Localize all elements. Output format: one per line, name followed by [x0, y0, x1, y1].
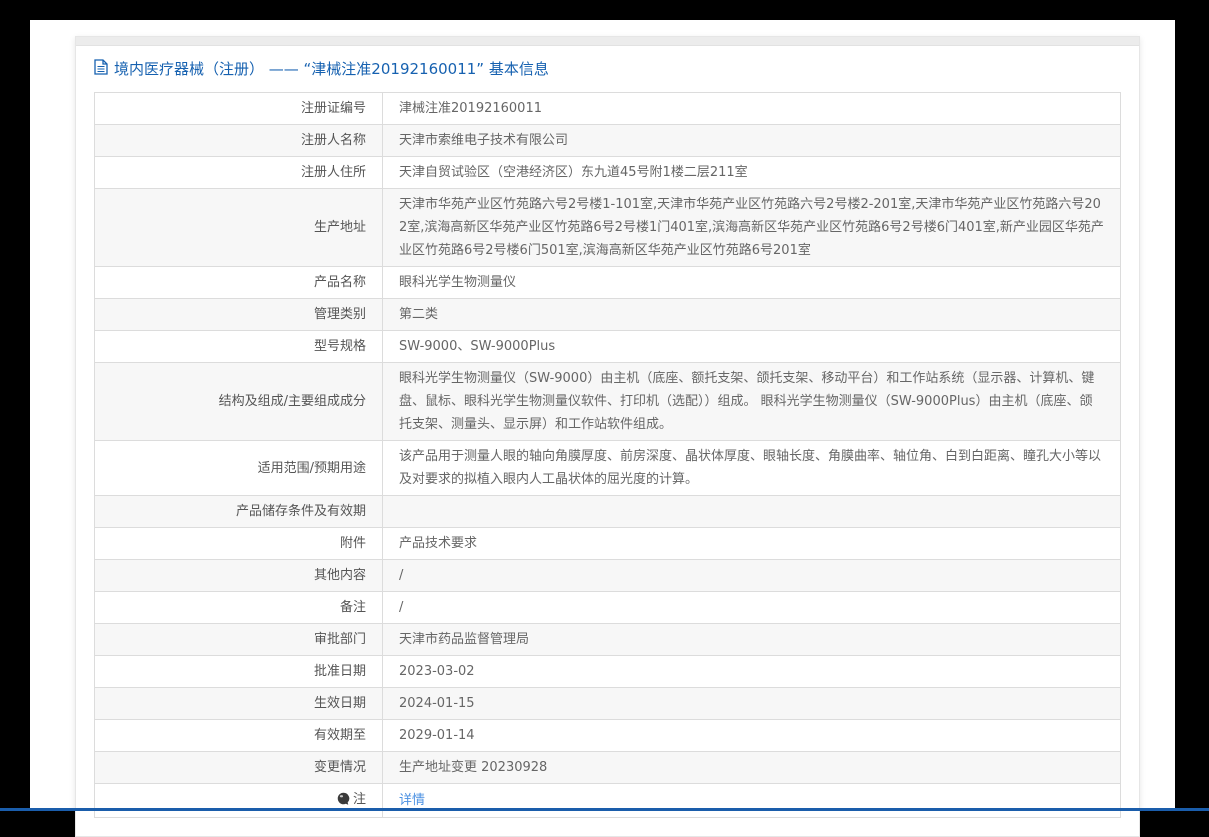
- table-row: 注 详情: [94, 783, 1121, 818]
- row-label-text: 管理类别: [313, 307, 366, 322]
- table-row: 结构及组成/主要组成成分 眼科光学生物测量仪（SW-9000）由主机（底座、额托…: [94, 362, 1121, 441]
- row-label: 有效期至: [94, 719, 383, 752]
- row-label: 适用范围/预期用途: [94, 440, 383, 496]
- row-label-text: 注册证编号: [300, 101, 366, 116]
- table-row: 注册人住所 天津自贸试验区（空港经济区）东九道45号附1楼二层211室: [94, 156, 1121, 189]
- row-label: 产品储存条件及有效期: [94, 495, 383, 528]
- row-label-text: 注册人住所: [300, 165, 366, 180]
- row-value: 天津市华苑产业区竹苑路六号2号楼1-101室,天津市华苑产业区竹苑路六号2号楼2…: [382, 188, 1121, 267]
- row-value: 生产地址变更 20230928: [382, 751, 1121, 784]
- row-label: 生产地址: [94, 188, 383, 267]
- row-label-text: 备注: [339, 600, 366, 615]
- table-row: 注册人名称 天津市索维电子技术有限公司: [94, 124, 1121, 157]
- detail-link[interactable]: 详情: [399, 793, 425, 808]
- row-label: 批准日期: [94, 655, 383, 688]
- table-row: 备注 /: [94, 591, 1121, 624]
- page-title-bar: 境内医疗器械（注册） —— “津械注准20192160011” 基本信息: [76, 46, 1139, 92]
- table-row: 生效日期 2024-01-15: [94, 687, 1121, 720]
- row-label: 注: [94, 783, 383, 818]
- row-value: 天津市药品监督管理局: [382, 623, 1121, 656]
- row-label-text: 型号规格: [313, 339, 366, 354]
- table-row: 管理类别 第二类: [94, 298, 1121, 331]
- row-value: 2029-01-14: [382, 719, 1121, 752]
- table-row: 产品储存条件及有效期: [94, 495, 1121, 528]
- row-label-text: 生产地址: [313, 220, 366, 235]
- registration-info-card: 境内医疗器械（注册） —— “津械注准20192160011” 基本信息 注册证…: [75, 36, 1140, 837]
- row-label-text: 变更情况: [313, 760, 366, 775]
- row-label-text: 附件: [339, 536, 366, 551]
- table-row: 适用范围/预期用途 该产品用于测量人眼的轴向角膜厚度、前房深度、晶状体厚度、眼轴…: [94, 440, 1121, 496]
- card-top-strip: [76, 37, 1139, 46]
- row-label-text: 结构及组成/主要组成成分: [218, 394, 366, 409]
- row-value: SW-9000、SW-9000Plus: [382, 330, 1121, 363]
- table-row: 生产地址 天津市华苑产业区竹苑路六号2号楼1-101室,天津市华苑产业区竹苑路六…: [94, 188, 1121, 267]
- registration-info-table: 注册证编号 津械注准20192160011 注册人名称 天津市索维电子技术有限公…: [94, 92, 1121, 818]
- row-label-text: 有效期至: [313, 728, 366, 743]
- row-value: 该产品用于测量人眼的轴向角膜厚度、前房深度、晶状体厚度、眼轴长度、角膜曲率、轴位…: [382, 440, 1121, 496]
- row-label-text: 其他内容: [313, 568, 366, 583]
- table-row: 其他内容 /: [94, 559, 1121, 592]
- row-label: 备注: [94, 591, 383, 624]
- row-label-text: 适用范围/预期用途: [257, 460, 366, 476]
- row-value: 详情: [382, 783, 1121, 818]
- table-row: 型号规格 SW-9000、SW-9000Plus: [94, 330, 1121, 363]
- row-label-text: 注: [352, 792, 366, 807]
- row-value: 眼科光学生物测量仪: [382, 266, 1121, 299]
- row-label: 注册人名称: [94, 124, 383, 157]
- table-row: 变更情况 生产地址变更 20230928: [94, 751, 1121, 784]
- row-label-text: 批准日期: [313, 664, 366, 679]
- row-label: 型号规格: [94, 330, 383, 363]
- footer-divider-line: [0, 808, 1209, 811]
- row-label: 管理类别: [94, 298, 383, 331]
- row-value: /: [382, 559, 1121, 592]
- row-value: /: [382, 591, 1121, 624]
- row-value: 产品技术要求: [382, 527, 1121, 560]
- row-value: 眼科光学生物测量仪（SW-9000）由主机（底座、额托支架、颌托支架、移动平台）…: [382, 362, 1121, 441]
- row-value: 2023-03-02: [382, 655, 1121, 688]
- row-value: 天津市索维电子技术有限公司: [382, 124, 1121, 157]
- table-row: 注册证编号 津械注准20192160011: [94, 92, 1121, 125]
- page-title: 境内医疗器械（注册） —— “津械注准20192160011” 基本信息: [114, 60, 549, 78]
- row-value: [382, 495, 1121, 528]
- row-label: 审批部门: [94, 623, 383, 656]
- row-label-text: 产品名称: [313, 275, 366, 290]
- row-value: 2024-01-15: [382, 687, 1121, 720]
- table-row: 有效期至 2029-01-14: [94, 719, 1121, 752]
- document-icon: [94, 59, 108, 79]
- row-label-text: 审批部门: [313, 632, 366, 647]
- row-label-text: 生效日期: [313, 696, 366, 711]
- row-value: 第二类: [382, 298, 1121, 331]
- row-label: 其他内容: [94, 559, 383, 592]
- table-row: 附件 产品技术要求: [94, 527, 1121, 560]
- page-background: 境内医疗器械（注册） —— “津械注准20192160011” 基本信息 注册证…: [30, 20, 1175, 837]
- row-label: 结构及组成/主要组成成分: [94, 362, 383, 441]
- row-label: 注册证编号: [94, 92, 383, 125]
- row-label: 注册人住所: [94, 156, 383, 189]
- table-row: 产品名称 眼科光学生物测量仪: [94, 266, 1121, 299]
- row-label: 附件: [94, 527, 383, 560]
- row-value: 津械注准20192160011: [382, 92, 1121, 125]
- row-label-text: 产品储存条件及有效期: [235, 504, 366, 519]
- row-label: 变更情况: [94, 751, 383, 784]
- table-row: 批准日期 2023-03-02: [94, 655, 1121, 688]
- row-label-text: 注册人名称: [300, 133, 366, 148]
- table-row: 审批部门 天津市药品监督管理局: [94, 623, 1121, 656]
- row-value: 天津自贸试验区（空港经济区）东九道45号附1楼二层211室: [382, 156, 1121, 189]
- row-label: 产品名称: [94, 266, 383, 299]
- row-label: 生效日期: [94, 687, 383, 720]
